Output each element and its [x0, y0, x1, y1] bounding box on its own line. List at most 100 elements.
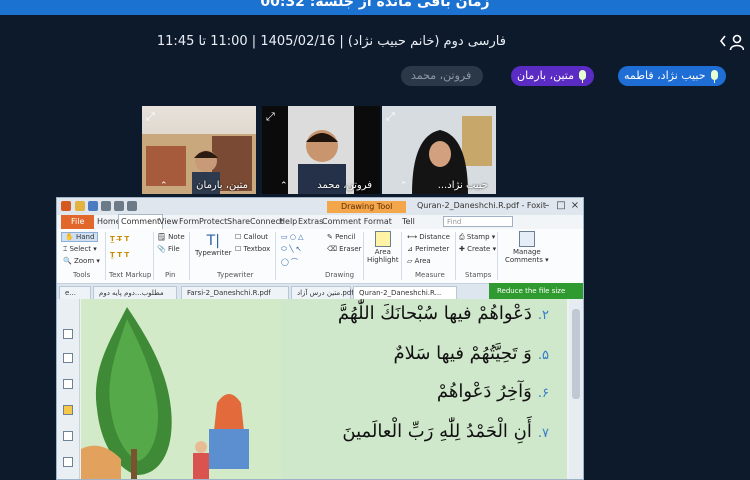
microphone-icon	[579, 70, 586, 83]
page-illustration	[81, 299, 281, 479]
verse-line-4: ۷.أَنِ الْحَمْدُ لِلّٰهِ رَبِّ الْعالَمي…	[342, 421, 549, 442]
menu-view[interactable]: View	[159, 215, 178, 229]
menu-extras[interactable]: Extras	[298, 215, 323, 229]
doc-tab-3[interactable]: Farsi-2_Daneshchi.R.pdf	[181, 286, 289, 299]
find-input[interactable]: Find	[443, 216, 513, 227]
participant-chip-2[interactable]: متین، بارمان	[511, 66, 594, 86]
perimeter-tool[interactable]: ⊿ Perimeter	[407, 245, 449, 253]
ribbon-separator	[189, 232, 190, 280]
doc-tab-4[interactable]: متین درس آزاد.pdf	[291, 286, 354, 299]
typewriter-group-label: Typewriter	[217, 271, 254, 279]
doc-tab-2[interactable]: مطلوب...دوم پایه دوم	[93, 286, 177, 299]
shapes-icon[interactable]: ▭ ○ △	[281, 233, 304, 241]
save-icon[interactable]	[88, 201, 98, 211]
stamp-tool[interactable]: ⎙ Stamp ▾	[459, 233, 495, 242]
verse-line-1: ۲.دَعْواهُمْ فيها سُبْحانَكَ اللّٰهُمَّ	[337, 303, 549, 324]
ribbon-separator	[401, 232, 402, 280]
shapes-row2-icon[interactable]: ⬭ ╲ ↖	[281, 245, 302, 254]
area-tool[interactable]: ▱ Area	[407, 257, 431, 265]
video-tile-3[interactable]: ⤢ ⌃ حبیب نژاد...	[382, 106, 496, 194]
expand-icon[interactable]: ⤢	[266, 110, 280, 124]
expand-icon[interactable]: ⤢	[386, 110, 400, 124]
layers-icon[interactable]	[63, 379, 73, 389]
vertical-scrollbar[interactable]	[569, 299, 583, 479]
bookmark-icon[interactable]	[63, 329, 73, 339]
drawing-group-label: Drawing	[325, 271, 355, 279]
pdf-page[interactable]: ۲.دَعْواهُمْ فيها سُبْحانَكَ اللّٰهُمَّ …	[81, 299, 567, 479]
shapes-row3-icon[interactable]: ◯ ⌒	[281, 257, 298, 267]
eraser-tool[interactable]: ⌫ Eraser	[327, 245, 362, 253]
participant-chip-1[interactable]: حبیب نژاد، فاطمه	[618, 66, 726, 86]
stamps-group-label: Stamps	[465, 271, 492, 279]
expand-icon[interactable]: ⤢	[146, 110, 160, 124]
attachments-icon[interactable]	[63, 431, 73, 441]
chevron-up-icon[interactable]: ⌃	[400, 181, 408, 191]
create-tool[interactable]: ✚ Create ▾	[459, 245, 496, 253]
tools-group-label: Tools	[73, 271, 91, 279]
tell-me-label[interactable]: Tell	[402, 215, 415, 229]
pin-group-label: Pin	[165, 271, 176, 279]
doc-tab-1[interactable]: e...	[59, 286, 91, 299]
document-title: Quran-2_Daneshchi.R.pdf - Foxit	[417, 201, 546, 210]
close-icon[interactable]: ×	[569, 200, 581, 212]
print-icon[interactable]	[101, 201, 111, 211]
note-tool[interactable]: 🗒 Note	[157, 233, 185, 241]
signatures-icon[interactable]	[63, 457, 73, 467]
redo-icon[interactable]	[127, 201, 137, 211]
menu-comment-format[interactable]: Comment Format	[322, 215, 392, 229]
participant-chip-3[interactable]: فروتن، محمد	[401, 66, 484, 86]
menu-file[interactable]: File	[61, 215, 95, 229]
typewriter-icon: T|	[206, 233, 220, 249]
ribbon-separator	[455, 232, 456, 280]
menu-protect[interactable]: Protect	[199, 215, 227, 229]
callout-tool[interactable]: ☐ Callout	[235, 233, 268, 241]
ribbon-separator	[153, 232, 154, 280]
ribbon-separator	[105, 232, 106, 280]
menu-help[interactable]: Help	[279, 215, 297, 229]
minimize-icon[interactable]: –	[541, 200, 553, 212]
video-tile-label: حبیب نژاد...	[437, 180, 488, 191]
shared-screen-window[interactable]: Drawing Tool Quran-2_Daneshchi.R.pdf - F…	[56, 197, 584, 480]
textbox-tool[interactable]: ☐ Textbox	[235, 245, 270, 253]
video-tile-1[interactable]: ⤢ ⌃ متین، بارمان	[142, 106, 256, 194]
verse-line-3: ۶.وَآخِرُ دَعْواهُمْ	[436, 381, 549, 402]
comment-ribbon: ✋ Hand ⌶ Select ▾ 🔍 Zoom ▾ Tools T̲ T̶ T…	[57, 229, 583, 284]
ribbon-separator	[363, 232, 364, 280]
session-timer-text: زمان باقی مانده از جلسه: 00:32	[260, 0, 490, 10]
zoom-tool[interactable]: 🔍 Zoom ▾	[63, 257, 100, 265]
underline-icon[interactable]: T̰ T T	[110, 251, 129, 259]
area-highlight-tool[interactable]: Area Highlight	[367, 231, 399, 264]
typewriter-tool[interactable]: T| Typewriter	[195, 233, 232, 257]
ribbon-separator	[497, 232, 498, 280]
verse-line-2: ۵.وَ تَحِيَّتُهُمْ فيها سَلامٌ	[393, 343, 549, 364]
maximize-icon[interactable]: □	[555, 200, 567, 212]
pencil-tool[interactable]: ✎ Pencil	[327, 233, 356, 241]
drawing-tool-tab[interactable]: Drawing Tool	[327, 201, 407, 213]
pages-icon[interactable]	[63, 353, 73, 363]
chevron-up-icon[interactable]: ⌃	[160, 181, 168, 191]
user-menu-icon[interactable]	[718, 32, 744, 54]
doc-tab-5[interactable]: Quran-2_Daneshchi.R...	[353, 286, 457, 299]
menu-form[interactable]: Form	[179, 215, 199, 229]
highlight-icon[interactable]: T̲ T̶ T	[110, 235, 129, 243]
video-tile-label: فروتن، محمد	[317, 180, 372, 191]
app-logo-icon	[61, 201, 71, 211]
text-markup-group-label: Text Markup	[109, 271, 152, 279]
open-icon[interactable]	[75, 201, 85, 211]
menu-comment[interactable]: Comment	[118, 214, 164, 230]
distance-tool[interactable]: ⟷ Distance	[407, 233, 450, 241]
chevron-up-icon[interactable]: ⌃	[280, 181, 288, 191]
session-timer-bar: زمان باقی مانده از جلسه: 00:32	[0, 0, 750, 15]
comments-icon[interactable]	[63, 405, 73, 415]
undo-icon[interactable]	[114, 201, 124, 211]
hand-tool[interactable]: ✋ Hand	[61, 232, 99, 242]
select-tool[interactable]: ⌶ Select ▾	[63, 245, 97, 254]
session-info: فارسی دوم (خانم حبیب نژاد) | 1405/02/16 …	[156, 34, 506, 49]
scrollbar-thumb[interactable]	[572, 309, 580, 399]
reduce-file-size-button[interactable]: Reduce the file size	[489, 283, 583, 299]
file-attach-tool[interactable]: 📎 File	[157, 245, 180, 253]
navigation-panel	[57, 299, 80, 479]
manage-comments-tool[interactable]: Manage Comments ▾	[505, 231, 549, 264]
video-tile-2[interactable]: ⤢ ⌃ فروتن، محمد	[262, 106, 380, 194]
menu-share[interactable]: Share	[227, 215, 250, 229]
